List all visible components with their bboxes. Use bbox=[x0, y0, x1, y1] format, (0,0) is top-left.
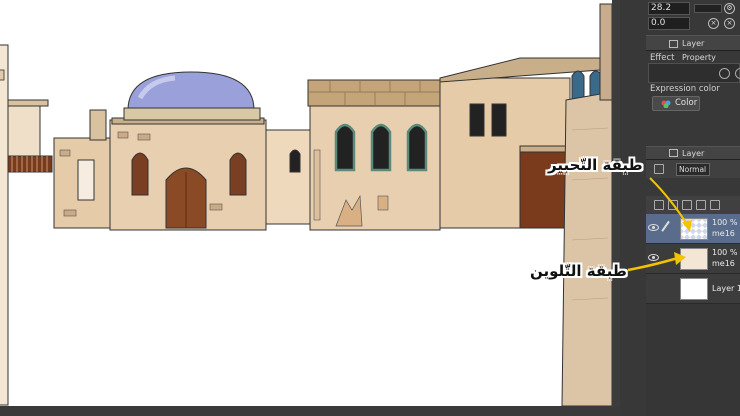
new-folder-icon[interactable] bbox=[668, 200, 678, 210]
layer-thumbnail bbox=[680, 278, 708, 300]
color-wheel-icon bbox=[661, 100, 671, 108]
layer-name: me16 bbox=[712, 229, 735, 238]
layer-name: me16 bbox=[712, 259, 735, 268]
layer-opacity: 100 % bbox=[712, 248, 738, 257]
clip-icon[interactable] bbox=[696, 200, 706, 210]
side-panel: 28.2 ⚙ 0.0 × × Layer Property Effect Exp… bbox=[620, 0, 740, 416]
annotation-inking-layer: طبقة التّحبير bbox=[548, 156, 643, 174]
tab-layer-property-label: Layer Property bbox=[682, 39, 716, 62]
layer-tabbar: Layer bbox=[646, 146, 740, 160]
brush-size-slider[interactable] bbox=[694, 4, 722, 13]
layer-row-inking[interactable]: 100 % me16 bbox=[646, 214, 740, 244]
effect-icon-2[interactable] bbox=[735, 68, 740, 79]
layer-property-tabbar: Layer Property bbox=[646, 35, 740, 62]
settings-icon[interactable]: ⚙ bbox=[724, 3, 735, 14]
effect-icon-1[interactable] bbox=[719, 68, 730, 79]
layer-tab-icon bbox=[669, 149, 678, 157]
eye-icon[interactable] bbox=[648, 254, 659, 261]
layer-list-empty bbox=[646, 304, 740, 416]
expression-color-label: Expression color bbox=[650, 84, 720, 94]
opacity-field[interactable]: 0.0 bbox=[648, 17, 690, 30]
pen-icon bbox=[661, 220, 675, 236]
effect-buttons bbox=[648, 63, 740, 83]
status-bar bbox=[0, 406, 620, 416]
annotation-coloring-layer: طبقة التّلوين bbox=[530, 262, 627, 280]
expression-color-value: Color bbox=[675, 98, 698, 108]
tab-layer-property[interactable]: Layer Property bbox=[666, 37, 740, 62]
close-icon[interactable]: × bbox=[708, 18, 719, 29]
layer-name: Layer 1 bbox=[712, 284, 740, 293]
drawing-canvas[interactable] bbox=[0, 0, 612, 406]
layer-opacity: 100 % bbox=[712, 218, 738, 227]
expression-color-select[interactable]: Color bbox=[652, 96, 700, 111]
brush-size-field[interactable]: 28.2 bbox=[648, 2, 690, 15]
layer-mask-icon[interactable] bbox=[654, 164, 664, 174]
app-window: 28.2 ⚙ 0.0 × × Layer Property Effect Exp… bbox=[0, 0, 740, 416]
effect-label: Effect bbox=[650, 53, 675, 63]
reference-icon[interactable] bbox=[710, 200, 720, 210]
blend-mode-select[interactable]: Normal bbox=[676, 163, 710, 176]
layer-thumbnail bbox=[680, 218, 708, 240]
eye-icon[interactable] bbox=[648, 224, 659, 231]
layer-thumbnail bbox=[680, 248, 708, 270]
tab-layer[interactable]: Layer bbox=[666, 147, 704, 161]
canvas-border bbox=[612, 0, 620, 416]
layer-row-base[interactable]: Layer 1 bbox=[646, 274, 740, 304]
layer-action-bar bbox=[646, 196, 740, 214]
layer-row-coloring[interactable]: 100 % me16 bbox=[646, 244, 740, 274]
layer-property-icon bbox=[669, 40, 678, 48]
lock-icon[interactable] bbox=[682, 200, 692, 210]
close-icon-2[interactable]: × bbox=[724, 18, 735, 29]
tab-layer-label: Layer bbox=[682, 149, 705, 158]
new-layer-icon[interactable] bbox=[654, 200, 664, 210]
illustration bbox=[0, 3, 612, 406]
